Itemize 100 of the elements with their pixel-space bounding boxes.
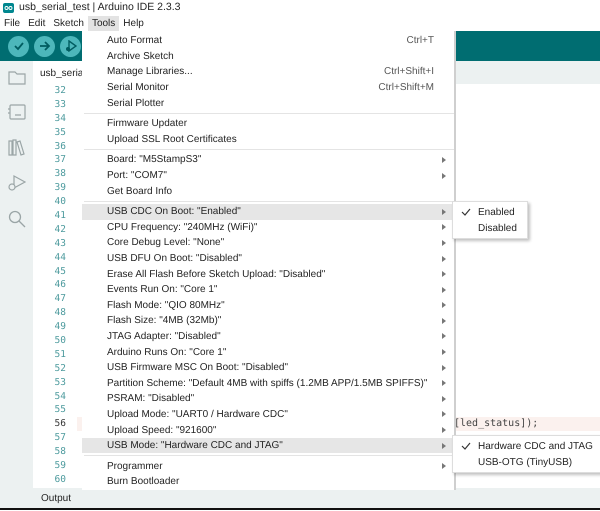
- submenu-item[interactable]: Flash Size: "4MB (32Mb)": [82, 313, 454, 329]
- menu-item[interactable]: Sketch: [49, 16, 88, 31]
- upload-button[interactable]: [34, 36, 55, 56]
- submenu-item[interactable]: USB DFU On Boot: "Disabled": [82, 250, 454, 266]
- menu-item-label: Get Board Info: [107, 184, 174, 199]
- menu-item-label: USB CDC On Boot: "Enabled": [107, 205, 242, 220]
- debug-button[interactable]: [60, 36, 81, 56]
- submenu-arrow-icon: [442, 427, 446, 434]
- code-line: [led_status]);: [454, 418, 538, 430]
- submenu-arrow-icon: [442, 256, 446, 262]
- menu-item[interactable]: Serial Monitor Ctrl+Shift+M: [82, 80, 454, 96]
- arrow-icon: [38, 40, 50, 52]
- submenu-item[interactable]: Board: "M5StampS3": [82, 152, 454, 168]
- menu-item[interactable]: Auto Format Ctrl+T: [82, 33, 454, 49]
- submenu-item[interactable]: CPU Frequency: "240MHz (WiFi)": [82, 220, 454, 236]
- submenu-item[interactable]: Upload Mode: "UART0 / Hardware CDC": [82, 406, 454, 422]
- line-number: 50: [54, 334, 67, 348]
- line-number: 41: [54, 209, 67, 223]
- menu-item[interactable]: Archive Sketch: [82, 48, 454, 64]
- line-number: 39: [54, 181, 67, 196]
- submenu-item[interactable]: USB Firmware MSC On Boot: "Disabled": [82, 360, 454, 376]
- menu-item-label: JTAG Adapter: "Disabled": [107, 330, 222, 344]
- line-number: 36: [54, 140, 67, 154]
- submenu-arrow-icon: [442, 349, 446, 356]
- menu-item[interactable]: File: [0, 16, 24, 31]
- submenu-arrow-icon: [442, 240, 446, 246]
- submenu-item[interactable]: Upload Speed: "921600": [82, 422, 454, 438]
- option-label: Disabled: [478, 222, 517, 236]
- menu-item-label: Flash Mode: "QIO 80MHz": [107, 298, 226, 313]
- submenu-item[interactable]: Programmer: [82, 458, 454, 474]
- submenu-option[interactable]: Enabled: [453, 204, 517, 220]
- submenu-item[interactable]: USB Mode: "Hardware CDC and JTAG": [82, 438, 454, 454]
- menu-item[interactable]: Firmware Updater: [82, 116, 454, 132]
- submenu-option[interactable]: Hardware CDC and JTAG: [453, 438, 593, 454]
- menu-item-label: Manage Libraries...: [107, 65, 194, 80]
- line-number: 54: [54, 390, 67, 404]
- line-number: 48: [54, 306, 67, 320]
- menu-item-label: Core Debug Level: "None": [107, 236, 226, 250]
- line-number: 59: [54, 459, 67, 473]
- menu-item-label: USB Mode: "Hardware CDC and JTAG": [107, 439, 284, 454]
- submenu-option[interactable]: Disabled: [453, 220, 517, 236]
- debug-icon[interactable]: [8, 175, 26, 191]
- shortcut-label: Ctrl+T: [406, 34, 434, 48]
- menu-item[interactable]: Manage Libraries... Ctrl+Shift+I: [82, 64, 454, 80]
- submenu-arrow-icon: [442, 302, 446, 308]
- menu-item[interactable]: Upload SSL Root Certificates: [82, 132, 454, 148]
- line-number: 58: [54, 445, 67, 460]
- board-icon[interactable]: [8, 104, 26, 120]
- line-number: 56: [54, 417, 67, 432]
- menu-item-label: Archive Sketch: [107, 50, 175, 64]
- menu-item-label: Auto Format: [107, 34, 164, 48]
- submenu-item[interactable]: Port: "COM7": [82, 168, 454, 184]
- menu-item-label: Port: "COM7": [107, 169, 168, 184]
- menu-item[interactable]: Burn Bootloader: [82, 474, 454, 490]
- menu-item-label: Erase All Flash Before Sketch Upload: "Disabled": [107, 268, 326, 282]
- library-icon[interactable]: [8, 139, 26, 156]
- line-number: 40: [54, 195, 67, 210]
- option-label: Enabled: [478, 206, 515, 220]
- menu-item[interactable]: Get Board Info: [82, 183, 454, 199]
- submenu-arrow-icon: [442, 333, 446, 340]
- submenu-item[interactable]: PSRAM: "Disabled": [82, 391, 454, 407]
- menu-item-label: Serial Plotter: [107, 96, 166, 111]
- menu-item[interactable]: Edit: [24, 16, 50, 31]
- submenu-item[interactable]: Flash Mode: "QIO 80MHz": [82, 298, 454, 314]
- menu-item[interactable]: Serial Plotter: [82, 95, 454, 111]
- menu-item[interactable]: Tools: [88, 16, 120, 31]
- output-tab[interactable]: Output: [41, 490, 72, 506]
- menu-item-label: Serial Monitor: [107, 81, 170, 96]
- submenu-arrow-icon: [442, 364, 446, 371]
- menu-item-label: Partition Scheme: "Default 4MB with spiffs (1.2MB APP/1.5MB SPIFFS)": [107, 376, 428, 391]
- line-number: 44: [54, 250, 67, 265]
- menu-item[interactable]: Help: [119, 16, 148, 31]
- menu-item-label: USB DFU On Boot: "Disabled": [107, 252, 243, 266]
- verify-button[interactable]: [8, 36, 29, 56]
- submenu-item[interactable]: JTAG Adapter: "Disabled": [82, 328, 454, 344]
- menu-item-label: Flash Size: "4MB (32Mb)": [107, 314, 222, 328]
- submenu-option[interactable]: USB-OTG (TinyUSB): [453, 454, 593, 470]
- submenu-item[interactable]: USB CDC On Boot: "Enabled": [82, 204, 454, 220]
- submenu-item[interactable]: Erase All Flash Before Sketch Upload: "Disabled": [82, 266, 454, 282]
- play-icon: [64, 40, 76, 52]
- folder-icon[interactable]: [8, 70, 26, 85]
- menu-item-label: Events Run On: "Core 1": [107, 283, 218, 298]
- submenu-item[interactable]: Partition Scheme: "Default 4MB with spiffs (1.2MB APP/1.5MB SPIFFS)": [82, 375, 454, 392]
- line-number: 35: [54, 126, 67, 140]
- check-icon: [12, 40, 24, 52]
- line-number: 33: [54, 98, 67, 112]
- shortcut-label: Ctrl+Shift+M: [378, 81, 434, 96]
- submenu-item[interactable]: Arduino Runs On: "Core 1": [82, 344, 454, 360]
- submenu-arrow-icon: [442, 463, 446, 470]
- line-number: 32: [54, 84, 67, 98]
- submenu-arrow-icon: [442, 172, 446, 179]
- submenu-item[interactable]: Core Debug Level: "None": [82, 235, 454, 251]
- line-number: 46: [54, 278, 67, 292]
- submenu-arrow-icon: [442, 396, 446, 402]
- line-number: 51: [54, 348, 67, 362]
- submenu-arrow-icon: [442, 156, 446, 163]
- submenu-arrow-icon: [442, 318, 446, 324]
- line-number: 55: [54, 403, 67, 418]
- search-icon[interactable]: [8, 210, 26, 228]
- submenu-item[interactable]: Events Run On: "Core 1": [82, 282, 454, 298]
